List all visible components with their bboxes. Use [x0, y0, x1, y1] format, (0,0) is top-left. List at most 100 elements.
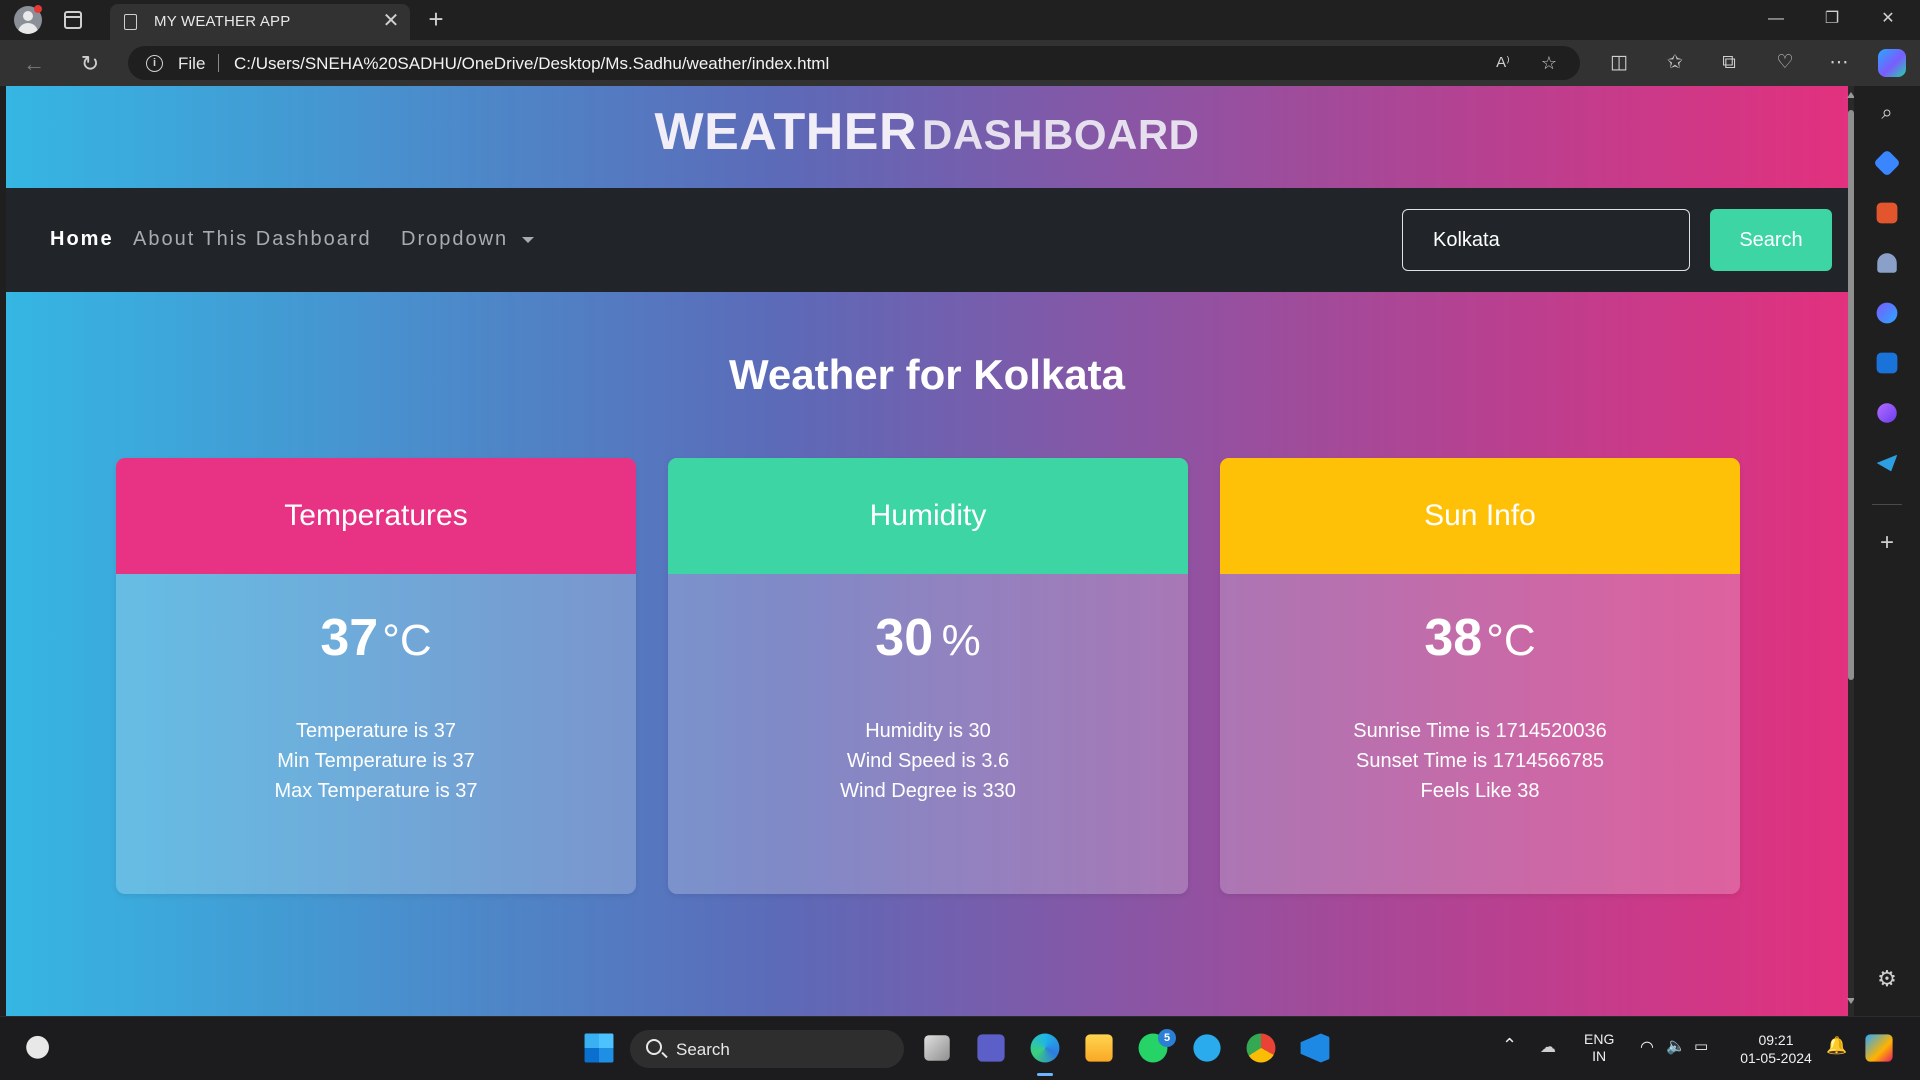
- designer-icon[interactable]: [1877, 403, 1897, 423]
- weather-widget-icon[interactable]: [24, 1032, 58, 1066]
- split-screen-icon[interactable]: ◫: [1606, 50, 1632, 76]
- windows-taskbar: Search 5 ⌃ ☁ ENG IN ◠ 🔈 ▭ 09:21 01-05-20…: [0, 1016, 1920, 1080]
- tab-title: MY WEATHER APP: [154, 13, 291, 30]
- card-detail-line: Max Temperature is 37: [274, 780, 478, 802]
- feels-like-unit: °C: [1486, 616, 1536, 665]
- url-text[interactable]: C:/Users/SNEHA%20SADHU/OneDrive/Desktop/…: [234, 54, 829, 74]
- refresh-icon[interactable]: ↻: [76, 50, 104, 78]
- nav-about-link[interactable]: About This Dashboard: [133, 228, 372, 251]
- city-search-input[interactable]: [1402, 209, 1690, 271]
- task-view-icon[interactable]: [924, 1035, 950, 1061]
- sun-info-card: Sun Info 38°C Sunrise Time is 1714520036…: [1220, 458, 1740, 894]
- browser-toolbar: ← ↻ i File C:/Users/SNEHA%20SADHU/OneDri…: [0, 40, 1920, 86]
- sidebar-search-icon[interactable]: ⌕: [1874, 100, 1900, 126]
- site-info-icon[interactable]: i: [146, 55, 163, 72]
- title-dashboard: DASHBOARD: [921, 111, 1200, 158]
- feels-like-value: 38: [1424, 609, 1483, 667]
- card-header: Temperatures: [116, 458, 636, 574]
- weather-heading: Weather for Kolkata: [729, 351, 1125, 398]
- vscode-icon[interactable]: [1300, 1033, 1330, 1063]
- microsoft365-icon[interactable]: [1876, 302, 1898, 324]
- dashboard-title: WEATHER DASHBOARD: [6, 102, 1848, 162]
- browser-essentials-icon[interactable]: ♡: [1772, 50, 1798, 76]
- temperatures-card: Temperatures 37°C Temperature is 37 Min …: [116, 458, 636, 894]
- windows-start-icon[interactable]: [584, 1033, 614, 1063]
- restore-icon[interactable]: ❐: [1812, 4, 1852, 34]
- nav-home-link[interactable]: Home: [50, 228, 114, 251]
- tab-actions-icon[interactable]: [64, 11, 82, 29]
- card-main-value: 37°C: [116, 608, 636, 668]
- notification-bell-icon[interactable]: 🔔: [1826, 1036, 1847, 1056]
- taskbar-search-box[interactable]: Search: [630, 1030, 904, 1068]
- address-separator: [218, 54, 219, 72]
- title-weather: WEATHER: [654, 103, 918, 161]
- humidity-card: Humidity 30 % Humidity is 30 Wind Speed …: [668, 458, 1188, 894]
- card-details: Humidity is 30 Wind Speed is 3.6 Wind De…: [668, 716, 1188, 806]
- navbar: Home About This Dashboard Dropdown Searc…: [6, 188, 1848, 292]
- card-detail-line: Humidity is 30: [865, 720, 991, 742]
- clock[interactable]: 09:21 01-05-2024: [1736, 1031, 1816, 1067]
- shopping-tag-icon[interactable]: [1873, 149, 1901, 177]
- card-detail-line: Wind Speed is 3.6: [846, 750, 1010, 772]
- copilot-icon[interactable]: [1878, 49, 1906, 77]
- new-tab-icon[interactable]: +: [422, 4, 450, 34]
- close-tab-icon[interactable]: ✕: [380, 10, 402, 32]
- drop-send-icon[interactable]: [1876, 454, 1898, 472]
- browser-tab[interactable]: MY WEATHER APP ✕: [110, 4, 410, 40]
- card-header: Sun Info: [1220, 458, 1740, 574]
- address-prefix: File: [178, 54, 206, 73]
- outlook-icon[interactable]: [1876, 352, 1898, 374]
- copilot-taskbar-icon[interactable]: [1865, 1034, 1893, 1062]
- region-code: IN: [1592, 1048, 1607, 1064]
- card-detail-line: Min Temperature is 37: [277, 750, 475, 772]
- card-detail-line: Sunrise Time is 1714520036: [1353, 720, 1607, 742]
- nav-dropdown-label: Dropdown: [401, 228, 509, 250]
- teams-icon[interactable]: [977, 1034, 1005, 1062]
- card-detail-line: Temperature is 37: [295, 720, 457, 742]
- close-window-icon[interactable]: ✕: [1868, 4, 1908, 34]
- favorites-icon[interactable]: ✩: [1662, 50, 1688, 76]
- card-main-value: 30 %: [668, 608, 1188, 668]
- telegram-icon[interactable]: [1193, 1034, 1221, 1062]
- humidity-value: 30: [875, 609, 934, 667]
- favorite-star-icon[interactable]: ☆: [1538, 52, 1560, 74]
- file-explorer-icon[interactable]: [1085, 1034, 1113, 1062]
- browser-sidebar: ⌕ + ⚙: [1854, 86, 1920, 1016]
- language-code: ENG: [1584, 1031, 1615, 1047]
- read-aloud-icon[interactable]: A⁾: [1492, 52, 1514, 74]
- dashboard-header: WEATHER DASHBOARD: [6, 86, 1848, 188]
- back-icon[interactable]: ←: [20, 50, 48, 78]
- address-bar[interactable]: i File C:/Users/SNEHA%20SADHU/OneDrive/D…: [128, 46, 1580, 80]
- caret-down-icon: [522, 236, 535, 243]
- onedrive-icon[interactable]: ☁: [1540, 1037, 1556, 1057]
- sidebar-settings-icon[interactable]: ⚙: [1874, 966, 1900, 992]
- card-details: Temperature is 37 Min Temperature is 37 …: [116, 716, 636, 806]
- language-indicator[interactable]: ENG IN: [1584, 1031, 1614, 1065]
- search-icon: [646, 1039, 662, 1055]
- volume-icon[interactable]: 🔈: [1666, 1036, 1686, 1056]
- search-button[interactable]: Search: [1710, 209, 1832, 271]
- show-hidden-icons-icon[interactable]: ⌃: [1502, 1035, 1517, 1056]
- temperature-value: 37: [320, 609, 379, 667]
- card-detail-line: Feels Like 38: [1420, 780, 1540, 802]
- card-main-value: 38°C: [1220, 608, 1740, 668]
- edge-icon[interactable]: [1030, 1033, 1060, 1063]
- wifi-icon[interactable]: ◠: [1640, 1037, 1654, 1057]
- browser-tab-bar: MY WEATHER APP ✕ + — ❐ ✕: [0, 0, 1920, 40]
- card-detail-line: Sunset Time is 1714566785: [1356, 750, 1604, 772]
- sidebar-divider: [1872, 504, 1902, 505]
- games-icon[interactable]: [1877, 253, 1897, 273]
- battery-icon[interactable]: ▭: [1694, 1037, 1708, 1055]
- minimize-icon[interactable]: —: [1756, 4, 1796, 34]
- card-header: Humidity: [668, 458, 1188, 574]
- chrome-icon[interactable]: [1246, 1033, 1276, 1063]
- collections-icon[interactable]: ⧉: [1716, 50, 1742, 76]
- clock-time: 09:21: [1758, 1032, 1794, 1048]
- sidebar-add-icon[interactable]: +: [1874, 530, 1900, 556]
- tools-briefcase-icon[interactable]: [1876, 202, 1898, 224]
- page-icon: [124, 14, 137, 30]
- more-menu-icon[interactable]: ⋯: [1826, 50, 1852, 76]
- page-viewport: WEATHER DASHBOARD Home About This Dashbo…: [6, 86, 1848, 1016]
- nav-dropdown-toggle[interactable]: Dropdown: [401, 228, 535, 251]
- whatsapp-notification-badge: 5: [1158, 1029, 1176, 1047]
